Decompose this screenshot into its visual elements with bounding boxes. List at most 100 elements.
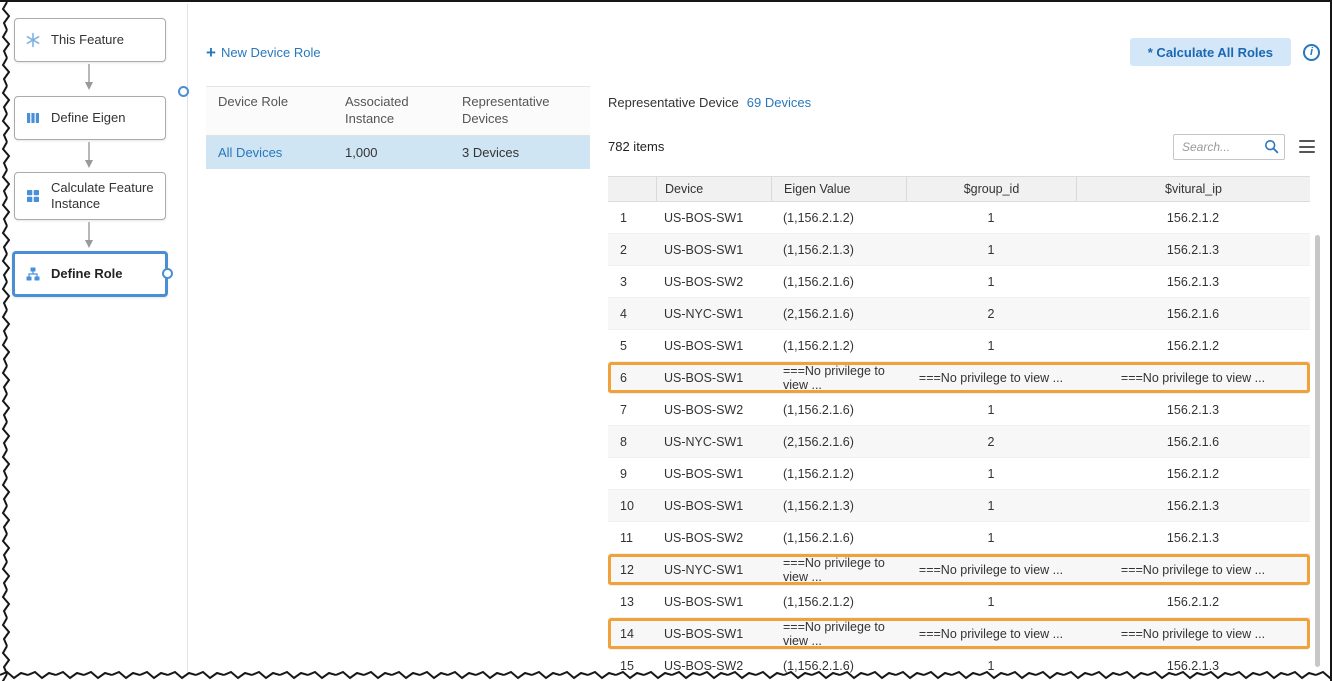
- device-name: US-BOS-SW2: [656, 522, 771, 553]
- device-name: US-BOS-SW1: [656, 458, 771, 489]
- group-id-value: 1: [906, 490, 1076, 521]
- row-index: 7: [608, 394, 656, 425]
- column-header-vitural-ip: $vitural_ip: [1076, 177, 1310, 201]
- new-device-role-label: New Device Role: [221, 45, 321, 60]
- eigen-value: (1,156.2.1.6): [771, 650, 906, 681]
- devices-table-header: Device Eigen Value $group_id $vitural_ip: [608, 176, 1310, 202]
- column-header-index: [608, 177, 656, 201]
- row-index: 12: [608, 554, 656, 585]
- eigen-value: ===No privilege to view ...: [771, 554, 906, 585]
- device-name: US-BOS-SW1: [656, 330, 771, 361]
- row-index: 15: [608, 650, 656, 681]
- group-id-value: 1: [906, 394, 1076, 425]
- device-name: US-BOS-SW2: [656, 266, 771, 297]
- associated-instance-value: 1,000: [333, 145, 450, 160]
- table-row[interactable]: 12 US-NYC-SW1 ===No privilege to view ..…: [608, 554, 1310, 586]
- row-index: 3: [608, 266, 656, 297]
- table-row-all-devices[interactable]: All Devices 1,000 3 Devices: [206, 136, 590, 169]
- device-name: US-NYC-SW1: [656, 554, 771, 585]
- device-name: US-NYC-SW1: [656, 426, 771, 457]
- calculate-icon: [25, 188, 41, 204]
- vitural-ip-value: 156.2.1.3: [1076, 234, 1310, 265]
- table-row[interactable]: 8 US-NYC-SW1 (2,156.2.1.6) 2 156.2.1.6: [608, 426, 1310, 458]
- table-row[interactable]: 9 US-BOS-SW1 (1,156.2.1.2) 1 156.2.1.2: [608, 458, 1310, 490]
- step-calculate-feature-instance[interactable]: Calculate Feature Instance: [14, 172, 166, 220]
- eigen-value: ===No privilege to view ...: [771, 362, 906, 393]
- table-row[interactable]: 5 US-BOS-SW1 (1,156.2.1.2) 1 156.2.1.2: [608, 330, 1310, 362]
- row-index: 1: [608, 202, 656, 233]
- group-id-value: 1: [906, 458, 1076, 489]
- menu-icon[interactable]: [1299, 140, 1315, 153]
- vitural-ip-value: 156.2.1.2: [1076, 586, 1310, 617]
- eigen-value: ===No privilege to view ...: [771, 618, 906, 649]
- eigen-value: (1,156.2.1.3): [771, 490, 906, 521]
- table-row[interactable]: 1 US-BOS-SW1 (1,156.2.1.2) 1 156.2.1.2: [608, 202, 1310, 234]
- device-name: US-BOS-SW2: [656, 650, 771, 681]
- torn-edge-left: [0, 2, 12, 681]
- group-id-value: 1: [906, 650, 1076, 681]
- device-roles-table: Device Role Associated Instance Represen…: [206, 86, 590, 169]
- step-define-role[interactable]: Define Role: [12, 251, 168, 297]
- devices-count-link[interactable]: 69 Devices: [747, 95, 811, 110]
- search-input[interactable]: [1174, 135, 1260, 159]
- connector-port-icon: [178, 86, 189, 97]
- table-row[interactable]: 10 US-BOS-SW1 (1,156.2.1.3) 1 156.2.1.3: [608, 490, 1310, 522]
- vitural-ip-value: ===No privilege to view ...: [1076, 618, 1310, 649]
- vitural-ip-value: ===No privilege to view ...: [1076, 362, 1310, 393]
- table-row[interactable]: 15 US-BOS-SW2 (1,156.2.1.6) 1 156.2.1.3: [608, 650, 1310, 681]
- vitural-ip-value: 156.2.1.2: [1076, 330, 1310, 361]
- all-devices-link[interactable]: All Devices: [206, 145, 333, 160]
- panel-toolbar: 782 items: [608, 133, 1315, 160]
- step-label: This Feature: [51, 32, 124, 48]
- table-row[interactable]: 2 US-BOS-SW1 (1,156.2.1.3) 1 156.2.1.3: [608, 234, 1310, 266]
- column-header-eigen-value: Eigen Value: [771, 177, 906, 201]
- table-row[interactable]: 6 US-BOS-SW1 ===No privilege to view ...…: [608, 362, 1310, 394]
- representative-devices-value: 3 Devices: [450, 145, 590, 160]
- table-row[interactable]: 14 US-BOS-SW1 ===No privilege to view ..…: [608, 618, 1310, 650]
- table-row[interactable]: 7 US-BOS-SW2 (1,156.2.1.6) 1 156.2.1.3: [608, 394, 1310, 426]
- device-name: US-NYC-SW1: [656, 298, 771, 329]
- group-id-value: 1: [906, 330, 1076, 361]
- step-define-eigen[interactable]: Define Eigen: [14, 96, 166, 140]
- table-row[interactable]: 11 US-BOS-SW2 (1,156.2.1.6) 1 156.2.1.3: [608, 522, 1310, 554]
- group-id-value: ===No privilege to view ...: [906, 362, 1076, 393]
- column-header-group-id: $group_id: [906, 177, 1076, 201]
- table-row[interactable]: 13 US-BOS-SW1 (1,156.2.1.2) 1 156.2.1.2: [608, 586, 1310, 618]
- eigen-value: (1,156.2.1.2): [771, 202, 906, 233]
- calculate-all-roles-button[interactable]: * Calculate All Roles: [1130, 38, 1291, 66]
- column-header-associated-instance: Associated Instance: [333, 87, 450, 135]
- vitural-ip-value: 156.2.1.3: [1076, 394, 1310, 425]
- row-index: 13: [608, 586, 656, 617]
- main-content: + New Device Role * Calculate All Roles …: [188, 2, 1328, 679]
- vitural-ip-value: 156.2.1.6: [1076, 298, 1310, 329]
- panel-title: Representative Device 69 Devices: [608, 95, 811, 110]
- group-id-value: 2: [906, 298, 1076, 329]
- device-name: US-BOS-SW1: [656, 586, 771, 617]
- table-row[interactable]: 4 US-NYC-SW1 (2,156.2.1.6) 2 156.2.1.6: [608, 298, 1310, 330]
- column-header-representative-devices: Representative Devices: [450, 87, 590, 135]
- devices-table: Device Eigen Value $group_id $vitural_ip…: [608, 176, 1310, 681]
- vitural-ip-value: 156.2.1.6: [1076, 426, 1310, 457]
- step-label: Calculate Feature Instance: [51, 180, 155, 213]
- info-icon[interactable]: i: [1303, 44, 1320, 61]
- device-name: US-BOS-SW1: [656, 490, 771, 521]
- device-roles-header: Device Role Associated Instance Represen…: [206, 86, 590, 136]
- row-index: 9: [608, 458, 656, 489]
- device-name: US-BOS-SW1: [656, 618, 771, 649]
- device-name: US-BOS-SW1: [656, 362, 771, 393]
- main-toolbar: + New Device Role * Calculate All Roles …: [206, 38, 1320, 66]
- vertical-scrollbar[interactable]: [1315, 235, 1320, 667]
- device-name: US-BOS-SW1: [656, 202, 771, 233]
- vitural-ip-value: 156.2.1.2: [1076, 458, 1310, 489]
- plus-icon: +: [206, 44, 216, 61]
- group-id-value: 1: [906, 202, 1076, 233]
- step-this-feature[interactable]: This Feature: [14, 18, 166, 62]
- new-device-role-button[interactable]: + New Device Role: [206, 44, 321, 61]
- flow-arrow-icon: [84, 142, 94, 170]
- group-id-value: 1: [906, 234, 1076, 265]
- table-row[interactable]: 3 US-BOS-SW2 (1,156.2.1.6) 1 156.2.1.3: [608, 266, 1310, 298]
- flow-arrow-icon: [84, 222, 94, 250]
- eigen-value: (1,156.2.1.6): [771, 266, 906, 297]
- search-icon[interactable]: [1260, 139, 1282, 154]
- group-id-value: ===No privilege to view ...: [906, 618, 1076, 649]
